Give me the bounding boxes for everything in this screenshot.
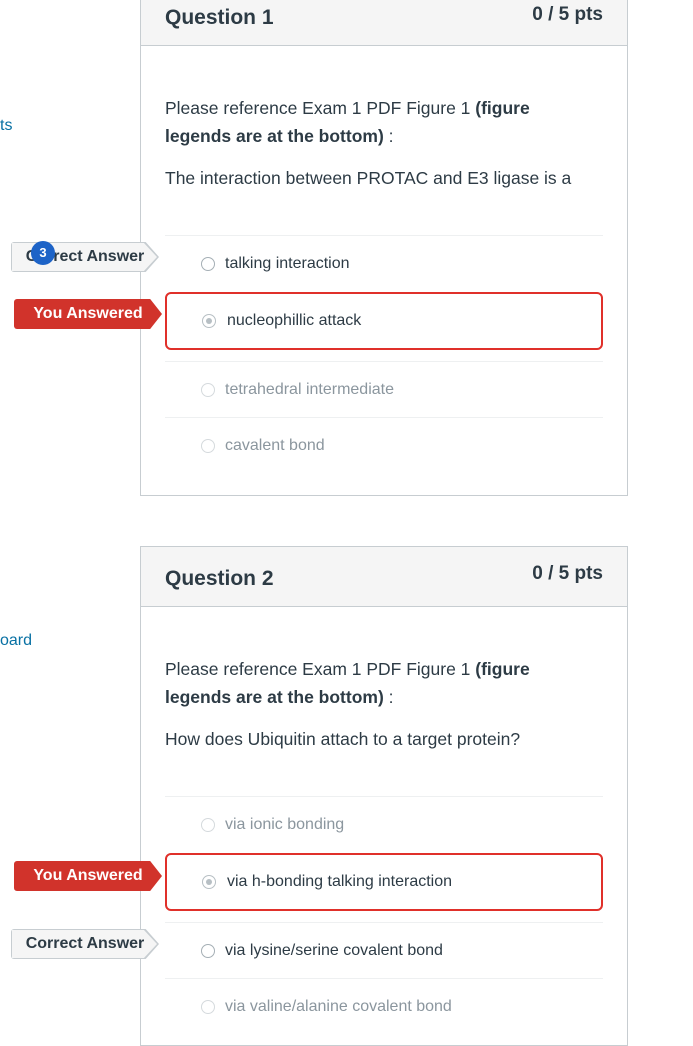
you-answered-flag: You Answered	[14, 299, 162, 329]
answer-label: via ionic bonding	[225, 815, 345, 833]
answer-label: tetrahedral intermediate	[225, 380, 394, 398]
question-points: 0 / 5 pts	[532, 4, 603, 25]
question-2-card: Question 2 0 / 5 pts Please reference Ex…	[140, 546, 628, 1046]
question-2-header: Question 2 0 / 5 pts	[141, 547, 627, 607]
notification-badge: 3	[31, 241, 55, 265]
sidebar-link-1[interactable]: ts	[0, 117, 12, 135]
question-title: Question 2	[165, 567, 274, 590]
radio-button[interactable]	[201, 817, 215, 832]
answer-option[interactable]: tetrahedral intermediate	[165, 361, 603, 417]
answer-option[interactable]: via ionic bonding	[165, 796, 603, 852]
answer-option-selected[interactable]: nucleophillic attack	[165, 292, 603, 350]
answer-option-selected[interactable]: via h-bonding talking interaction	[165, 853, 603, 911]
radio-button[interactable]	[202, 314, 216, 328]
question-title: Question 1	[165, 6, 274, 29]
answer-label: talking interaction	[225, 254, 350, 272]
correct-answer-flag: Correct Answer	[11, 929, 159, 959]
you-answered-flag: You Answered	[14, 861, 162, 891]
sidebar-link-2[interactable]: oard	[0, 632, 32, 650]
question-text: The interaction between PROTAC and E3 li…	[165, 168, 572, 188]
question-points: 0 / 5 pts	[532, 563, 603, 584]
radio-button[interactable]	[201, 438, 215, 453]
radio-button[interactable]	[201, 256, 215, 271]
answer-label: nucleophillic attack	[227, 312, 362, 329]
answer-label: cavalent bond	[225, 436, 325, 454]
answer-label: via lysine/serine covalent bond	[225, 941, 443, 959]
answer-label: via valine/alanine covalent bond	[225, 997, 452, 1015]
answer-option[interactable]: via valine/alanine covalent bond	[165, 978, 603, 1034]
answer-option[interactable]: via lysine/serine covalent bond	[165, 922, 603, 978]
radio-button[interactable]	[201, 999, 215, 1014]
radio-button[interactable]	[201, 382, 215, 397]
question-1-card: Question 1 0 / 5 pts Please reference Ex…	[140, 0, 628, 496]
answer-option[interactable]: cavalent bond	[165, 417, 603, 473]
answer-label: via h-bonding talking interaction	[227, 873, 453, 890]
question-1-header: Question 1 0 / 5 pts	[141, 0, 627, 46]
radio-button[interactable]	[202, 875, 216, 889]
question-text: How does Ubiquitin attach to a target pr…	[165, 729, 521, 749]
question-prompt: Please reference Exam 1 PDF Figure 1 (fi…	[165, 98, 530, 146]
radio-button[interactable]	[201, 943, 215, 958]
question-prompt: Please reference Exam 1 PDF Figure 1 (fi…	[165, 659, 530, 707]
answer-option[interactable]: talking interaction	[165, 235, 603, 291]
